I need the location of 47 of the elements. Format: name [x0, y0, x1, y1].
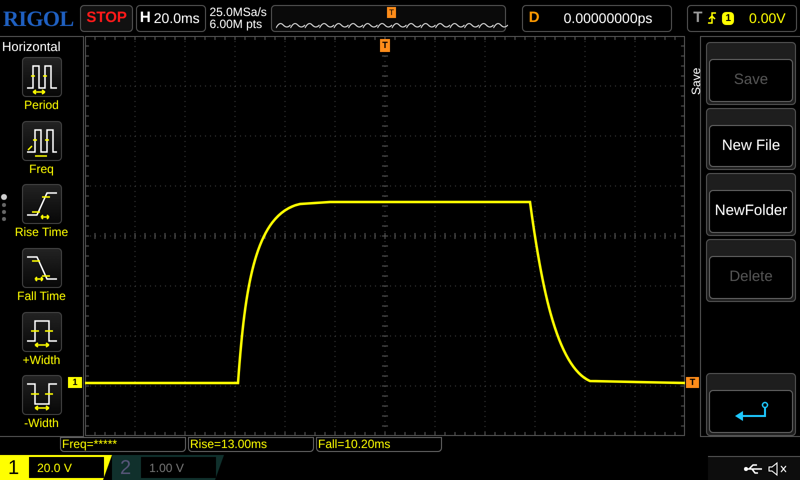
- channel-tab[interactable]: 1 20.0 V: [0, 455, 112, 480]
- memory-depth: 6.00M pts: [209, 18, 264, 30]
- measure-button[interactable]: [22, 248, 62, 288]
- measure-button[interactable]: [22, 312, 62, 352]
- measure-label: -Width: [24, 415, 59, 432]
- measurement-readout: Rise=13.00ms: [188, 437, 314, 452]
- trigger-position-marker: T: [387, 6, 396, 18]
- channel-number: 2: [120, 456, 132, 480]
- rising-edge-icon: [707, 11, 718, 25]
- usb-icon: [744, 462, 764, 474]
- delay-panel[interactable]: D 0.00000000ps: [522, 4, 672, 32]
- trigger-label: T: [693, 8, 702, 28]
- timebase-panel[interactable]: H 20.0ms: [136, 4, 206, 32]
- channel-scale: 20.0 V: [29, 457, 104, 478]
- measure-label: Fall Time: [17, 288, 66, 304]
- measure-label: Rise Time: [14, 224, 68, 240]
- timebase-label: H: [140, 8, 151, 28]
- menu-title: Save: [689, 67, 703, 95]
- measure-button[interactable]: [22, 120, 62, 161]
- channel-offset-marker: 1: [68, 377, 82, 388]
- softkey-button[interactable]: NewFolder: [709, 190, 793, 234]
- back-button[interactable]: [709, 390, 793, 433]
- measure-button[interactable]: [22, 57, 62, 97]
- measurement-readout: Fall=10.20ms: [316, 437, 442, 452]
- delay-label: D: [528, 8, 540, 28]
- measure-label: Freq: [29, 160, 54, 177]
- trigger-level: 0.00V: [749, 8, 786, 28]
- trigger-level-marker: T: [686, 377, 699, 388]
- trigger-source: 1: [722, 12, 734, 24]
- channel-number: 1: [8, 456, 20, 480]
- channel-tab[interactable]: 2 1.00 V: [112, 455, 224, 480]
- brand-logo: RIGOL: [3, 4, 75, 32]
- speaker-muted-icon: [768, 462, 788, 476]
- measurement-readout: Freq=*****: [60, 437, 186, 452]
- trigger-panel[interactable]: T 1 0.00V: [687, 4, 797, 32]
- menu-title: Horizontal: [1, 39, 61, 54]
- channel-scale: 1.00 V: [141, 457, 216, 478]
- trigger-time-marker: T: [380, 39, 390, 52]
- softkey-button[interactable]: New File: [709, 124, 793, 168]
- delay-value: 0.00000000ps: [562, 8, 654, 28]
- sample-rate: 25.0MSa/s: [209, 6, 268, 18]
- measure-button[interactable]: [22, 184, 62, 224]
- measure-label: +Width: [22, 352, 60, 368]
- timebase-value: 20.0ms: [154, 8, 200, 28]
- measure-button[interactable]: [22, 375, 62, 416]
- measure-label: Period: [24, 97, 59, 113]
- run-stop-status[interactable]: STOP: [80, 4, 133, 32]
